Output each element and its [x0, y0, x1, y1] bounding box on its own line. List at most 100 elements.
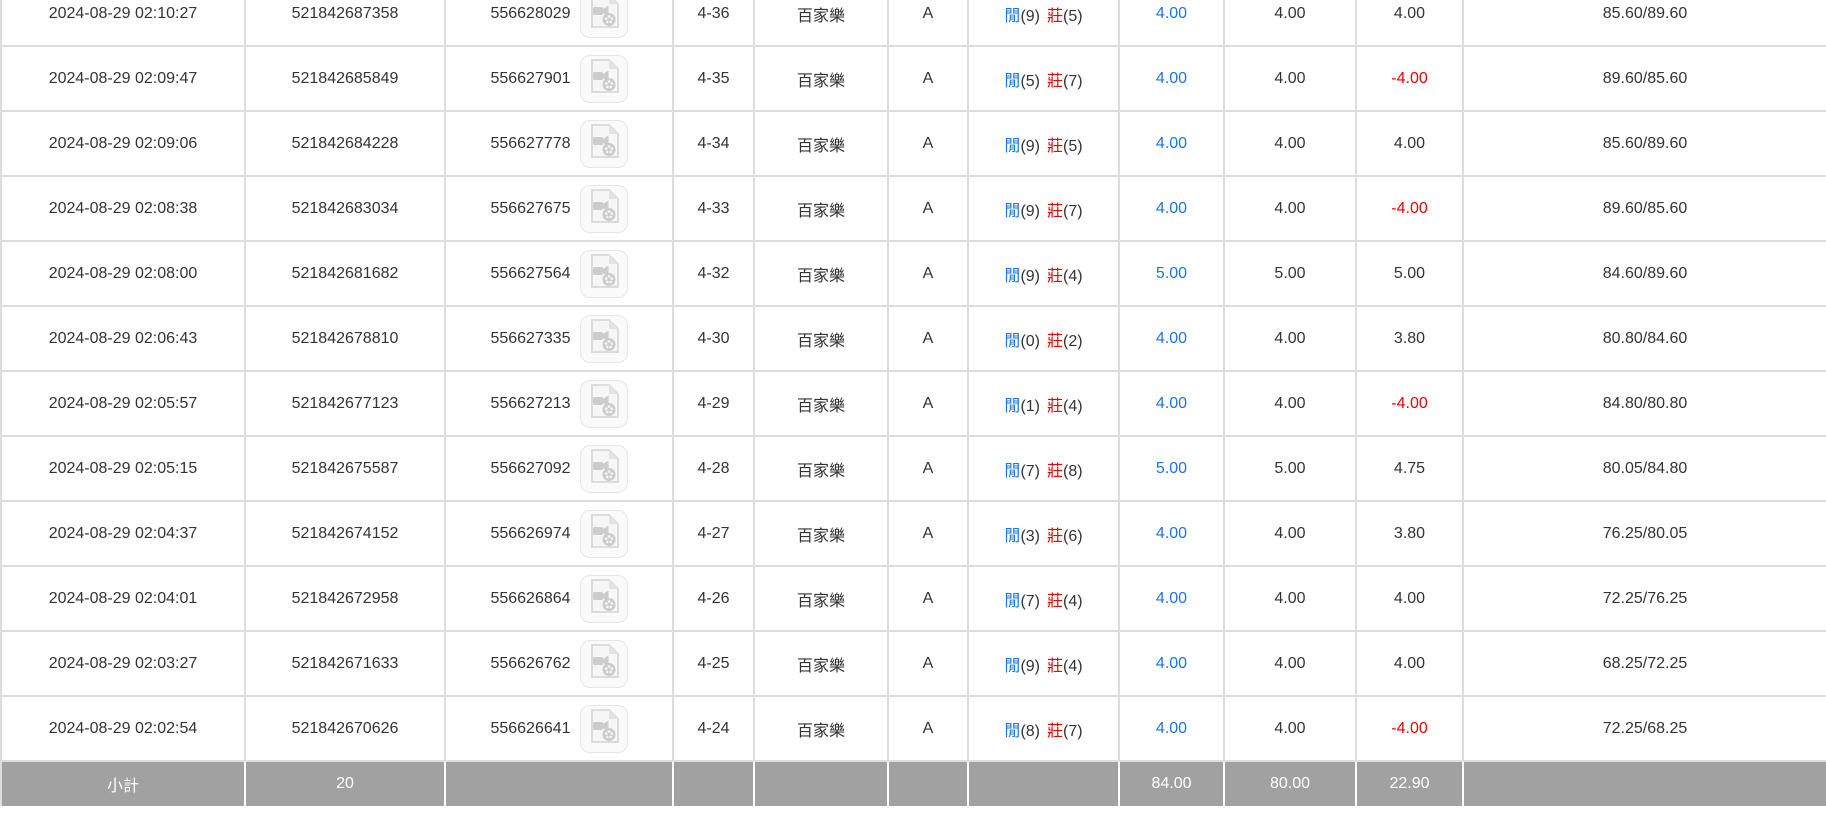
game-result: 閒(7)莊(4) [968, 566, 1119, 631]
game-round-id-cell: 556626864 [445, 566, 673, 631]
video-replay-button[interactable] [580, 445, 628, 493]
game-name: 百家樂 [754, 696, 888, 761]
bet-amount-link[interactable]: 4.00 [1119, 46, 1224, 111]
video-replay-button[interactable] [580, 55, 628, 103]
game-round-id-cell: 556627675 [445, 176, 673, 241]
balance-before-after: 80.80/84.60 [1463, 306, 1826, 371]
subtotal-empty-balance [1463, 761, 1826, 806]
game-result: 閒(1)莊(4) [968, 371, 1119, 436]
video-replay-button[interactable] [580, 705, 628, 753]
bet-amount-link[interactable]: 4.00 [1119, 696, 1224, 761]
video-file-icon [589, 319, 619, 358]
round-number: 4-29 [673, 371, 754, 436]
game-name: 百家樂 [754, 631, 888, 696]
banker-score: (7) [1063, 73, 1083, 90]
video-replay-button[interactable] [580, 380, 628, 428]
bet-id: 521842687358 [245, 0, 445, 46]
banker-label: 莊 [1047, 463, 1063, 480]
game-round-id: 556628029 [490, 5, 570, 23]
video-replay-button[interactable] [580, 575, 628, 623]
bet-id: 521842677123 [245, 371, 445, 436]
balance-before-after: 72.25/76.25 [1463, 566, 1826, 631]
video-replay-button[interactable] [580, 640, 628, 688]
bet-history-table: 2024-08-29 02:10:27 521842687358 5566280… [0, 0, 1826, 806]
player-label: 閒 [1004, 528, 1020, 545]
valid-bet-amount: 4.00 [1224, 46, 1356, 111]
video-file-icon [589, 449, 619, 488]
bet-time: 2024-08-29 02:10:27 [1, 0, 245, 46]
game-round-id-cell: 556626762 [445, 631, 673, 696]
video-file-icon [589, 124, 619, 163]
round-number: 4-24 [673, 696, 754, 761]
bet-time: 2024-08-29 02:02:54 [1, 696, 245, 761]
bet-amount-link[interactable]: 4.00 [1119, 501, 1224, 566]
banker-label: 莊 [1047, 138, 1063, 155]
video-replay-button[interactable] [580, 510, 628, 558]
video-file-icon [589, 709, 619, 748]
video-replay-button[interactable] [580, 250, 628, 298]
valid-bet-amount: 4.00 [1224, 111, 1356, 176]
game-name: 百家樂 [754, 566, 888, 631]
bet-amount-link[interactable]: 4.00 [1119, 111, 1224, 176]
bet-amount-link[interactable]: 4.00 [1119, 306, 1224, 371]
game-round-id: 556627564 [490, 265, 570, 283]
round-number: 4-34 [673, 111, 754, 176]
game-name: 百家樂 [754, 306, 888, 371]
round-number: 4-27 [673, 501, 754, 566]
bet-amount-link[interactable]: 4.00 [1119, 566, 1224, 631]
player-score: (5) [1020, 73, 1040, 90]
table-code: A [888, 306, 968, 371]
game-round-id: 556627335 [490, 330, 570, 348]
video-file-icon [589, 0, 619, 33]
banker-score: (7) [1063, 203, 1083, 220]
game-name: 百家樂 [754, 241, 888, 306]
video-replay-button[interactable] [580, 185, 628, 233]
bet-id: 521842672958 [245, 566, 445, 631]
table-code: A [888, 631, 968, 696]
banker-score: (6) [1063, 528, 1083, 545]
valid-bet-amount: 4.00 [1224, 631, 1356, 696]
balance-before-after: 68.25/72.25 [1463, 631, 1826, 696]
video-replay-button[interactable] [580, 315, 628, 363]
table-row: 2024-08-29 02:05:57 521842677123 5566272… [1, 371, 1826, 436]
valid-bet-amount: 4.00 [1224, 0, 1356, 46]
player-score: (0) [1020, 333, 1040, 350]
table-row: 2024-08-29 02:08:00 521842681682 5566275… [1, 241, 1826, 306]
player-score: (9) [1020, 203, 1040, 220]
game-round-id-cell: 556626974 [445, 501, 673, 566]
game-round-id-cell: 556627213 [445, 371, 673, 436]
table-row: 2024-08-29 02:08:38 521842683034 5566276… [1, 176, 1826, 241]
win-loss-amount: 4.75 [1356, 436, 1463, 501]
table-row: 2024-08-29 02:04:01 521842672958 5566268… [1, 566, 1826, 631]
bet-id: 521842675587 [245, 436, 445, 501]
round-number: 4-28 [673, 436, 754, 501]
banker-label: 莊 [1047, 268, 1063, 285]
bet-amount-link[interactable]: 4.00 [1119, 0, 1224, 46]
bet-amount-link[interactable]: 5.00 [1119, 241, 1224, 306]
video-replay-button[interactable] [580, 0, 628, 38]
round-number: 4-25 [673, 631, 754, 696]
bet-amount-link[interactable]: 5.00 [1119, 436, 1224, 501]
valid-bet-amount: 4.00 [1224, 371, 1356, 436]
bet-time: 2024-08-29 02:05:57 [1, 371, 245, 436]
game-result: 閒(9)莊(4) [968, 241, 1119, 306]
video-replay-button[interactable] [580, 120, 628, 168]
bet-time: 2024-08-29 02:06:43 [1, 306, 245, 371]
bet-amount-link[interactable]: 4.00 [1119, 631, 1224, 696]
balance-before-after: 85.60/89.60 [1463, 111, 1826, 176]
table-code: A [888, 371, 968, 436]
bet-rows: 2024-08-29 02:10:27 521842687358 5566280… [1, 0, 1826, 761]
bet-amount-link[interactable]: 4.00 [1119, 371, 1224, 436]
banker-label: 莊 [1047, 203, 1063, 220]
game-name: 百家樂 [754, 46, 888, 111]
game-result: 閒(8)莊(7) [968, 696, 1119, 761]
valid-bet-amount: 4.00 [1224, 566, 1356, 631]
table-row: 2024-08-29 02:02:54 521842670626 5566266… [1, 696, 1826, 761]
banker-label: 莊 [1047, 593, 1063, 610]
game-round-id-cell: 556627335 [445, 306, 673, 371]
table-row: 2024-08-29 02:10:27 521842687358 5566280… [1, 0, 1826, 46]
balance-before-after: 85.60/89.60 [1463, 0, 1826, 46]
bet-amount-link[interactable]: 4.00 [1119, 176, 1224, 241]
player-score: (1) [1020, 398, 1040, 415]
video-file-icon [589, 514, 619, 553]
